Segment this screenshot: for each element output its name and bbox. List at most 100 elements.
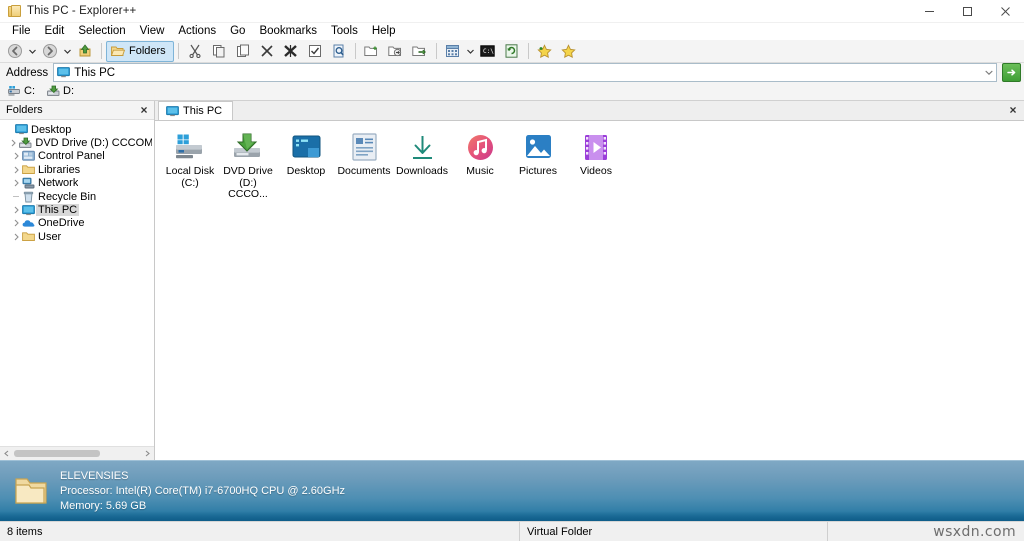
drive-d[interactable]: D: — [44, 83, 81, 99]
drives-toolbar: C: D: — [0, 82, 1024, 101]
tree-item-label: DVD Drive (D:) CCCOMA_X64F — [35, 137, 152, 150]
back-dropdown[interactable] — [27, 41, 38, 61]
file-documents[interactable]: Documents — [336, 129, 392, 201]
cut-button[interactable] — [183, 40, 207, 62]
tree-expander[interactable] — [10, 204, 22, 217]
file-music[interactable]: Music — [452, 129, 508, 201]
tree-item-user[interactable]: User — [0, 230, 154, 243]
network-icon — [22, 177, 35, 190]
dvd-drive-icon — [19, 137, 32, 150]
menu-help[interactable]: Help — [365, 23, 403, 40]
forward-button[interactable] — [38, 40, 62, 62]
scroll-right-button[interactable] — [141, 447, 154, 460]
tree-expander[interactable] — [10, 150, 22, 163]
tab-this-pc[interactable]: This PC — [158, 101, 234, 120]
close-icon — [1000, 6, 1010, 16]
downloads-folder-icon — [406, 131, 438, 163]
folders-pane-title: Folders — [6, 104, 43, 116]
this-pc-monitor-icon — [22, 204, 35, 217]
tree-expander[interactable] — [10, 177, 22, 190]
maximize-button[interactable] — [948, 0, 986, 22]
menu-go[interactable]: Go — [223, 23, 252, 40]
back-button[interactable] — [3, 40, 27, 62]
file-pictures[interactable]: Pictures — [510, 129, 566, 201]
paste-button[interactable] — [231, 40, 255, 62]
tree-expander[interactable] — [7, 137, 19, 150]
control-panel-icon — [22, 150, 35, 163]
command-prompt-button[interactable]: C:\ — [476, 40, 500, 62]
menu-file[interactable]: File — [5, 23, 38, 40]
add-bookmark-button[interactable] — [533, 40, 557, 62]
chevron-down-icon — [466, 49, 474, 54]
folders-pane-hscrollbar[interactable] — [0, 446, 154, 460]
folders-tree[interactable]: Desktop DVD Drive (D:) CCCOMA_X64F — [0, 120, 154, 446]
tree-item-libraries[interactable]: Libraries — [0, 163, 154, 176]
tree-item-desktop[interactable]: Desktop — [0, 123, 154, 136]
delete-permanently-button[interactable] — [279, 40, 303, 62]
copy-button[interactable] — [207, 40, 231, 62]
move-to-folder-icon — [412, 46, 427, 56]
file-list[interactable]: Local Disk (C:) DVD Drive (D:) CCCO... D… — [155, 121, 1024, 460]
menu-selection[interactable]: Selection — [71, 23, 132, 40]
views-button[interactable] — [441, 40, 465, 62]
dvd-drive-icon — [232, 131, 264, 163]
manage-bookmarks-button[interactable] — [557, 40, 581, 62]
menu-actions[interactable]: Actions — [171, 23, 223, 40]
copy-to-folder-button[interactable] — [384, 40, 408, 62]
address-input[interactable]: This PC — [53, 63, 997, 82]
properties-button[interactable] — [303, 40, 327, 62]
chevron-right-icon — [14, 220, 19, 227]
address-go-button[interactable] — [1002, 63, 1021, 82]
folders-pane-close-icon[interactable]: × — [138, 104, 150, 116]
status-bar: 8 items Virtual Folder wsxdn.com — [0, 521, 1024, 541]
window-controls — [910, 0, 1024, 22]
tree-item-onedrive[interactable]: OneDrive — [0, 217, 154, 230]
file-dvd-drive-d[interactable]: DVD Drive (D:) CCCO... — [220, 129, 276, 201]
file-downloads[interactable]: Downloads — [394, 129, 450, 201]
address-dropdown[interactable] — [985, 64, 993, 81]
tree-expander[interactable] — [10, 163, 22, 176]
tree-item-dvd-drive[interactable]: DVD Drive (D:) CCCOMA_X64F — [0, 136, 154, 149]
scrollbar-thumb[interactable] — [14, 450, 100, 457]
tree-item-network[interactable]: Network — [0, 177, 154, 190]
file-videos[interactable]: Videos — [568, 129, 624, 201]
tree-expander[interactable] — [10, 230, 22, 243]
new-folder-button[interactable] — [360, 40, 384, 62]
menu-bookmarks[interactable]: Bookmarks — [252, 23, 324, 40]
up-button[interactable] — [73, 40, 97, 62]
minimize-button[interactable] — [910, 0, 948, 22]
file-local-disk-c[interactable]: Local Disk (C:) — [162, 129, 218, 201]
tree-item-label: Desktop — [31, 123, 72, 136]
menu-view[interactable]: View — [133, 23, 172, 40]
onedrive-cloud-icon — [22, 217, 35, 230]
move-to-folder-button[interactable] — [408, 40, 432, 62]
menu-tools[interactable]: Tools — [324, 23, 365, 40]
x-delete-icon — [261, 45, 273, 57]
scroll-left-button[interactable] — [0, 447, 13, 460]
delete-button[interactable] — [255, 40, 279, 62]
forward-dropdown[interactable] — [62, 41, 73, 61]
search-button[interactable] — [327, 40, 351, 62]
refresh-button[interactable] — [500, 40, 524, 62]
folders-toggle[interactable]: Folders — [106, 40, 174, 62]
views-grid-icon — [446, 45, 460, 57]
drive-c[interactable]: C: — [5, 83, 42, 99]
tab-close-icon[interactable]: × — [1007, 104, 1019, 116]
menu-edit[interactable]: Edit — [38, 23, 72, 40]
tree-expander[interactable] — [10, 217, 22, 230]
file-desktop[interactable]: Desktop — [278, 129, 334, 201]
tree-item-this-pc[interactable]: This PC — [0, 203, 154, 217]
recycle-bin-icon — [22, 190, 35, 203]
copy-icon — [212, 45, 225, 58]
close-button[interactable] — [986, 0, 1024, 22]
star-icon — [561, 43, 576, 58]
folders-pane: Folders × Desktop DVD Drive (D:) CCCOM C… — [0, 101, 155, 460]
tree-item-recycle-bin[interactable]: Recycle Bin — [0, 190, 154, 203]
tree-expander[interactable] — [3, 123, 15, 136]
address-value: This PC — [74, 66, 116, 79]
new-folder-icon — [364, 46, 378, 56]
tree-item-control-panel[interactable]: Control Panel — [0, 150, 154, 163]
file-label: Videos — [580, 165, 612, 177]
checkbox-properties-icon — [308, 45, 321, 57]
views-dropdown[interactable] — [465, 41, 476, 61]
